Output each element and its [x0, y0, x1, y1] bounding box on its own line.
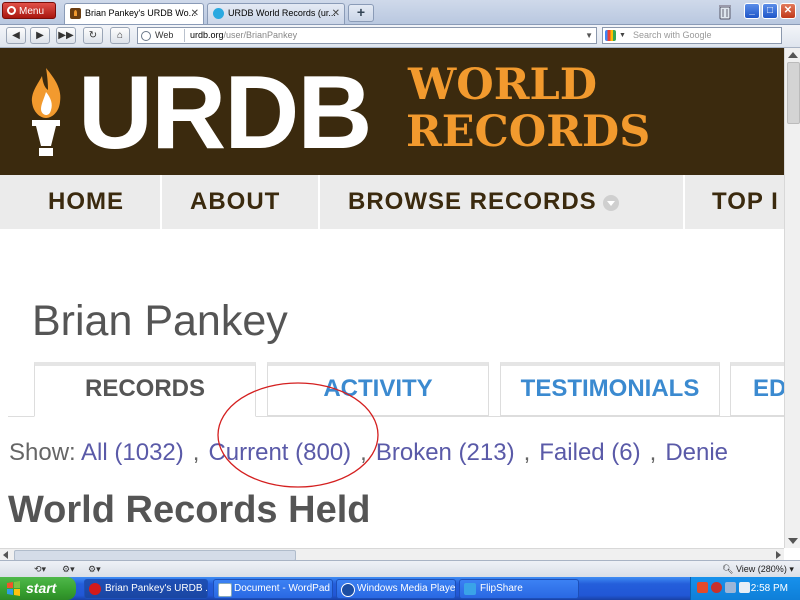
trash-icon[interactable]: [717, 3, 733, 20]
logo-records-text: RECORDS: [406, 107, 651, 157]
menu-divider: [160, 175, 162, 229]
reload-button[interactable]: ↻: [83, 27, 103, 44]
filter-separator: ,: [192, 439, 200, 466]
search-engine-dropdown-icon[interactable]: ▼: [619, 28, 626, 43]
flipshare-icon: [464, 583, 476, 595]
torch-logo-icon[interactable]: [26, 66, 66, 158]
google-icon: [605, 30, 616, 41]
web-indicator: Web: [141, 28, 173, 43]
address-separator: [184, 29, 185, 42]
zoom-label: View (280%): [735, 564, 787, 574]
horizontal-scrollbar[interactable]: [0, 548, 784, 561]
filter-separator: ,: [649, 439, 657, 466]
tab-testimonials[interactable]: TESTIMONIALS: [500, 362, 720, 416]
opera-logo-icon: [7, 6, 16, 15]
scroll-down-icon[interactable]: [788, 538, 798, 544]
logo-urdb-text[interactable]: URDB: [78, 58, 372, 168]
taskbar-item-media-player[interactable]: Windows Media Player: [336, 579, 456, 599]
opera-icon: [89, 583, 101, 595]
site-banner: URDB WORLD RECORDS: [0, 48, 784, 175]
menu-divider: [683, 175, 685, 229]
opera-menu-button[interactable]: Menu: [2, 2, 56, 19]
logo-world-text: WORLD: [408, 60, 598, 110]
url-path: /user/BrianPankey: [223, 30, 298, 40]
browser-status-bar: ⟲▾ ⚙▾ ⚙▾ 🔍︎ View (280%) ▾: [0, 560, 800, 578]
scroll-up-icon[interactable]: [788, 52, 798, 58]
start-button[interactable]: start: [0, 577, 76, 600]
tray-clock[interactable]: 2:58 PM: [751, 577, 788, 600]
menu-label: Menu: [19, 6, 45, 17]
windows-taskbar: start Brian Pankey's URDB ... Document -…: [0, 577, 800, 600]
back-button[interactable]: ◀: [6, 27, 26, 44]
forward-button[interactable]: ▶: [30, 27, 50, 44]
show-label: Show:: [9, 439, 76, 466]
chevron-down-icon: [602, 195, 619, 211]
menu-item-top[interactable]: TOP I: [712, 175, 779, 229]
tab-title: URDB World Records (ur...: [228, 8, 336, 18]
task-label: Windows Media Player: [357, 583, 456, 594]
tray-network-icon[interactable]: [725, 582, 736, 593]
address-bar[interactable]: Web urdb.org/user/BrianPankey ▼: [137, 27, 597, 44]
tab-title: Brian Pankey's URDB Wo...: [85, 8, 197, 18]
home-button[interactable]: ⌂: [110, 27, 130, 44]
filter-broken-link[interactable]: Broken (213): [376, 439, 515, 466]
twitter-favicon-icon: [213, 8, 224, 19]
search-box[interactable]: ▼ Search with Google: [602, 27, 782, 44]
page-viewport: URDB WORLD RECORDS HOME ABOUT BROWSE REC…: [0, 48, 784, 548]
scroll-thumb[interactable]: [787, 62, 800, 124]
zoom-search-icon: 🔍︎: [722, 564, 734, 574]
filter-all-link[interactable]: All (1032): [81, 439, 184, 466]
menu-item-about[interactable]: ABOUT: [190, 175, 280, 229]
vertical-scrollbar[interactable]: [784, 48, 800, 548]
filter-failed-link[interactable]: Failed (6): [539, 439, 640, 466]
section-title: World Records Held: [8, 489, 371, 531]
start-label: start: [26, 580, 57, 596]
address-dropdown-icon[interactable]: ▼: [585, 28, 593, 43]
browser-tab-inactive[interactable]: URDB World Records (ur... ✕: [207, 3, 345, 24]
turbo-icon[interactable]: ⚙▾: [62, 563, 86, 575]
taskbar-item-flipshare[interactable]: FlipShare: [459, 579, 579, 599]
wordpad-icon: [218, 583, 232, 597]
url-host: urdb.org: [190, 30, 224, 40]
windows-flag-icon: [7, 581, 20, 596]
menu-item-browse-records[interactable]: BROWSE RECORDS: [348, 175, 619, 229]
browser-tab-active[interactable]: Brian Pankey's URDB Wo... ✕: [64, 3, 204, 24]
taskbar-item-opera[interactable]: Brian Pankey's URDB ...: [84, 579, 208, 599]
zoom-indicator[interactable]: 🔍︎ View (280%) ▾: [722, 563, 794, 576]
close-window-button[interactable]: ✕: [780, 3, 796, 19]
search-placeholder: Search with Google: [633, 30, 712, 40]
settings-icon[interactable]: ⚙▾: [88, 563, 112, 575]
task-label: FlipShare: [480, 583, 523, 594]
site-main-menu: HOME ABOUT BROWSE RECORDS TOP I: [0, 175, 784, 229]
filter-separator: ,: [523, 439, 531, 466]
menu-item-home[interactable]: HOME: [48, 175, 124, 229]
task-label: Document - WordPad: [234, 583, 330, 594]
tray-volume-icon[interactable]: [739, 582, 750, 593]
browser-tab-bar: Menu Brian Pankey's URDB Wo... ✕ URDB Wo…: [0, 0, 800, 25]
media-player-icon: [341, 583, 355, 597]
minimize-button[interactable]: _: [744, 3, 760, 19]
maximize-button[interactable]: □: [762, 3, 778, 19]
urdb-favicon-icon: [70, 8, 81, 19]
taskbar-item-wordpad[interactable]: Document - WordPad: [213, 579, 333, 599]
browser-navigation-bar: ◀ ▶ ▶▶ ↻ ⌂ Web urdb.org/user/BrianPankey…: [0, 25, 800, 48]
tray-update-icon[interactable]: [711, 582, 722, 593]
new-tab-button[interactable]: +: [348, 4, 374, 22]
scroll-left-icon[interactable]: [3, 551, 8, 559]
scroll-right-icon[interactable]: [776, 551, 781, 559]
close-tab-icon[interactable]: ✕: [191, 4, 199, 23]
menu-divider: [318, 175, 320, 229]
url-text: urdb.org/user/BrianPankey: [190, 28, 297, 43]
system-tray: 2:58 PM: [690, 577, 800, 600]
close-tab-icon[interactable]: ✕: [332, 4, 340, 23]
tray-antivirus-icon[interactable]: [697, 582, 708, 593]
fast-forward-button[interactable]: ▶▶: [56, 27, 76, 44]
task-label: Brian Pankey's URDB ...: [105, 583, 208, 594]
menu-item-browse-records-label: BROWSE RECORDS: [348, 188, 597, 215]
filter-denied-link[interactable]: Denie: [665, 439, 728, 466]
panel-toggle-icon[interactable]: ⟲▾: [34, 563, 58, 575]
page-title: Brian Pankey: [32, 297, 288, 345]
red-circle-annotation: [217, 382, 379, 488]
